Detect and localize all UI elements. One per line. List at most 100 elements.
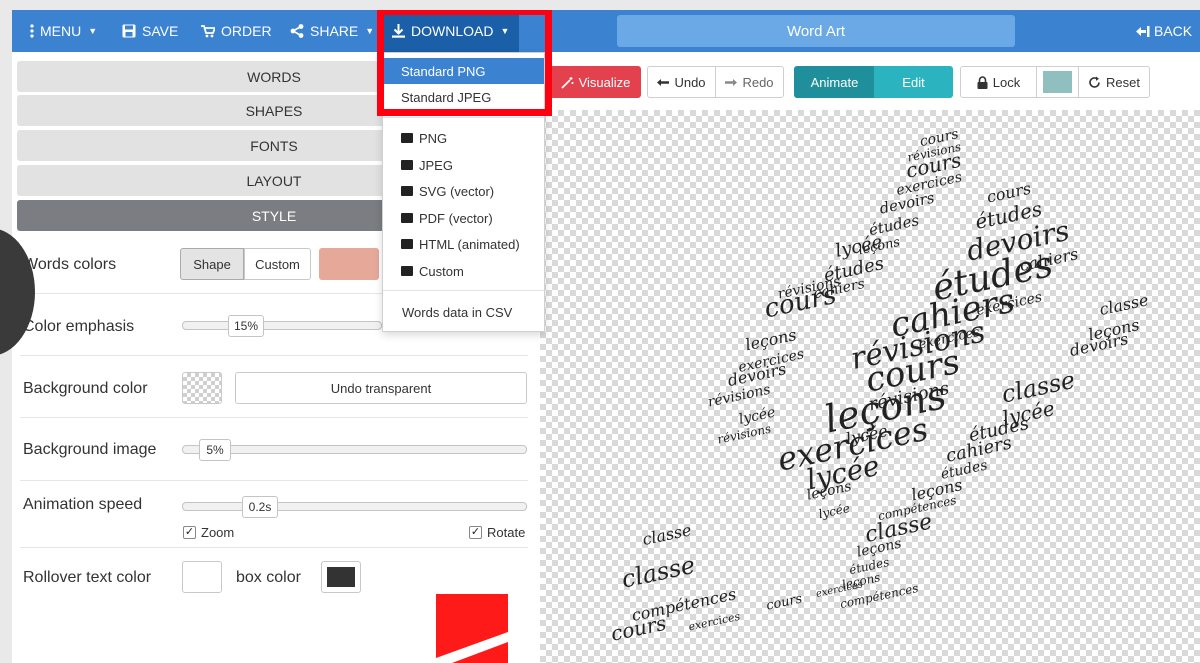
- menu-item-label: PDF (vector): [419, 210, 493, 226]
- divider: [20, 355, 528, 356]
- back-label: BACK: [1154, 23, 1193, 39]
- menu-divider: [383, 290, 544, 291]
- cloud-word[interactable]: classe: [641, 520, 693, 549]
- custom-color-button[interactable]: Custom: [244, 248, 311, 280]
- menu-item-jpeg[interactable]: JPEG: [383, 152, 544, 178]
- animate-button[interactable]: Animate: [794, 66, 875, 98]
- background-image-handle[interactable]: 5%: [199, 439, 231, 461]
- button-label: Visualize: [578, 74, 631, 90]
- menu-item-standard-jpeg[interactable]: Standard JPEG: [383, 84, 544, 110]
- color-emphasis-label: Color emphasis: [23, 318, 135, 335]
- box-color-swatch[interactable]: [321, 561, 361, 593]
- menu-item-csv[interactable]: Words data in CSV: [383, 299, 544, 325]
- vertical-dots-icon: [30, 24, 34, 38]
- lock-color-fill: [1043, 71, 1072, 93]
- magic-wand-icon: [560, 76, 574, 89]
- hd-badge-icon: [401, 186, 413, 196]
- caret-down-icon: ▼: [88, 26, 98, 36]
- animation-speed-slider[interactable]: [182, 502, 527, 511]
- menu-item-svg[interactable]: SVG (vector): [383, 178, 544, 204]
- save-label: SAVE: [142, 23, 179, 39]
- color-emphasis-handle[interactable]: 15%: [228, 315, 264, 337]
- art-title: Word Art: [786, 22, 846, 40]
- rollover-text-color-swatch[interactable]: [182, 561, 222, 593]
- caret-down-icon: ▼: [500, 26, 510, 36]
- button-label: Animate: [810, 74, 859, 90]
- word-art-app: MENU ▼ SAVE ORDER SHARE ▼ DOWNLOAD ▼ Word A…: [12, 10, 1200, 663]
- lock-button[interactable]: Lock: [960, 66, 1037, 98]
- redo-button[interactable]: Redo: [715, 66, 784, 98]
- menu-label: MENU: [40, 23, 82, 39]
- menu-item-html[interactable]: HTML (animated): [383, 231, 544, 257]
- download-label: DOWNLOAD: [411, 23, 494, 39]
- cloud-word[interactable]: cours: [765, 591, 804, 613]
- menu-item-label: Custom: [419, 263, 464, 279]
- menu-item-pdf[interactable]: PDF (vector): [383, 205, 544, 231]
- visualize-button[interactable]: Visualize: [550, 66, 641, 98]
- rotate-checkbox[interactable]: ✓ Rotate: [469, 525, 525, 540]
- menu-item-label: Standard JPEG: [401, 89, 492, 105]
- option-label: Shape: [193, 256, 231, 272]
- animation-speed-label: Animation speed: [23, 496, 143, 513]
- edit-button[interactable]: Edit: [874, 66, 953, 98]
- section-label: STYLE: [251, 207, 297, 224]
- menu-button[interactable]: MENU ▼: [30, 10, 97, 52]
- background-image-slider[interactable]: [182, 445, 527, 454]
- undo-button[interactable]: Undo: [647, 66, 716, 98]
- background-color-swatch[interactable]: [182, 372, 222, 404]
- back-arrow-icon: [1136, 25, 1150, 37]
- button-label: Undo transparent: [330, 380, 432, 396]
- button-label: Edit: [902, 74, 925, 90]
- hd-badge-icon: [401, 133, 413, 143]
- color-swatch[interactable]: [319, 248, 379, 280]
- order-label: ORDER: [221, 23, 272, 39]
- color-emphasis-slider[interactable]: [182, 321, 382, 330]
- menu-item-label: HTML (animated): [419, 236, 520, 252]
- cloud-word[interactable]: cours: [609, 611, 669, 646]
- hd-badge-icon: [401, 239, 413, 249]
- menu-item-standard-png[interactable]: Standard PNG: [383, 58, 544, 84]
- section-label: SHAPES: [245, 102, 303, 119]
- cloud-word[interactable]: classe: [619, 551, 697, 594]
- word-art-canvas[interactable]: cours révisions cours exercices devoirs cours…: [540, 110, 1200, 663]
- button-label: Redo: [742, 74, 774, 90]
- cloud-word[interactable]: classe: [1098, 290, 1150, 319]
- share-label: SHARE: [310, 23, 359, 39]
- undo-arrow-icon: [657, 78, 670, 86]
- hd-badge-icon: [401, 266, 413, 276]
- redo-arrow-icon: [725, 78, 738, 86]
- menu-item-custom[interactable]: Custom: [383, 258, 544, 284]
- menu-item-label: JPEG: [419, 157, 453, 173]
- lock-color-swatch-button[interactable]: [1036, 66, 1079, 98]
- checkmark-icon: ✓: [469, 526, 482, 539]
- menu-item-label: Standard PNG: [401, 63, 486, 79]
- share-button[interactable]: SHARE ▼: [290, 10, 374, 52]
- hd-badge-icon: [401, 160, 413, 170]
- top-nav-bar: MENU ▼ SAVE ORDER SHARE ▼ DOWNLOAD ▼ Word A…: [12, 10, 1200, 52]
- undo-transparent-button[interactable]: Undo transparent: [235, 372, 527, 404]
- order-button[interactable]: ORDER: [201, 10, 272, 52]
- cloud-word[interactable]: exercices: [687, 610, 741, 634]
- cloud-word[interactable]: lycée: [817, 501, 851, 521]
- art-title-field[interactable]: Word Art: [617, 15, 1015, 47]
- button-label: Reset: [1106, 74, 1140, 90]
- word-cloud: coursrévisionscoursexercicesdevoirs cours…: [609, 126, 1150, 646]
- save-button[interactable]: SAVE: [122, 10, 178, 52]
- rollover-text-color-label: Rollover text color: [23, 569, 152, 586]
- menu-item-label: SVG (vector): [419, 183, 495, 199]
- reset-button[interactable]: Reset: [1078, 66, 1150, 98]
- menu-item-png[interactable]: PNG: [383, 125, 544, 151]
- shape-color-button[interactable]: Shape: [180, 248, 244, 280]
- red-logo-icon: [436, 594, 508, 663]
- button-label: Undo: [674, 74, 706, 90]
- back-button[interactable]: BACK: [1136, 10, 1192, 52]
- box-color-fill: [327, 567, 355, 587]
- slider-value: 0.2s: [248, 500, 272, 514]
- section-label: FONTS: [250, 137, 298, 154]
- animation-speed-handle[interactable]: 0.2s: [242, 496, 278, 518]
- checkbox-label: Rotate: [487, 525, 526, 540]
- download-button[interactable]: DOWNLOAD ▼: [382, 10, 520, 52]
- download-dropdown-menu: Standard PNG Standard JPEG PNG JPEG SVG …: [382, 52, 545, 332]
- zoom-checkbox[interactable]: ✓ Zoom: [183, 525, 234, 540]
- menu-item-label: Words data in CSV: [402, 304, 513, 320]
